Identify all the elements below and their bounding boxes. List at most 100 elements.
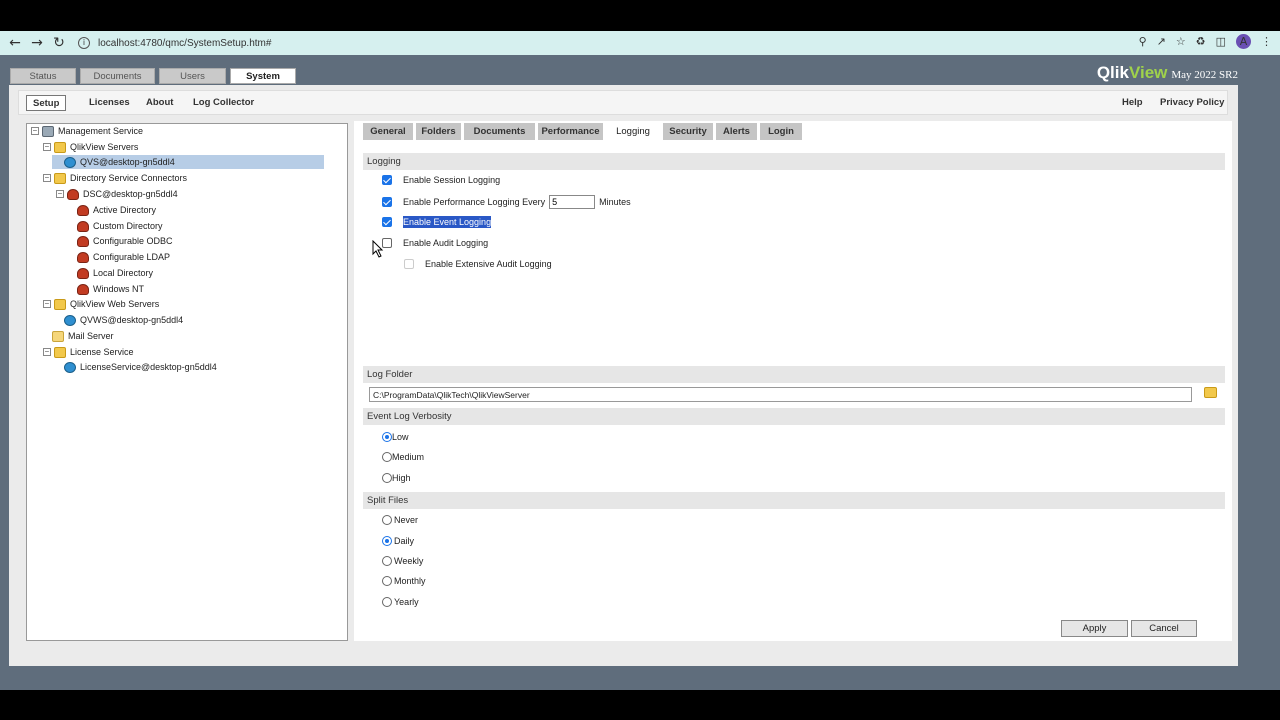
tab-security[interactable]: Security [663,123,713,140]
privacy-policy-link[interactable]: Privacy Policy [1160,95,1224,111]
event-logging-row[interactable]: Enable Event Logging [382,216,492,228]
verbosity-medium-row[interactable]: Medium [382,452,424,462]
performance-interval-input[interactable] [549,195,596,209]
collapse-icon[interactable]: – [56,190,64,198]
session-logging-row[interactable]: Enable Session Logging [382,175,500,185]
tab-status[interactable]: Status [10,68,76,84]
tree-license-service-item[interactable]: LicenseService@desktop-gn5ddl4 [64,360,217,374]
main-tabs: Status Documents Users System [10,68,296,84]
tree-qlikview-web-servers[interactable]: – QlikView Web Servers [43,297,159,311]
tree-label: QVWS@desktop-gn5ddl4 [80,315,184,325]
split-daily-radio[interactable] [382,536,392,546]
users-icon [77,251,89,263]
tab-login[interactable]: Login [760,123,802,140]
verbosity-low-radio[interactable] [382,432,392,442]
tree-label: Custom Directory [93,221,163,231]
tab-logging[interactable]: Logging [606,123,660,140]
subtab-about[interactable]: About [146,95,173,111]
subtab-licenses[interactable]: Licenses [89,95,130,111]
performance-logging-checkbox[interactable] [382,197,392,207]
split-weekly-radio[interactable] [382,556,392,566]
apply-button[interactable]: Apply [1061,620,1128,637]
collapse-icon[interactable]: – [31,127,39,135]
tree-mail-server[interactable]: Mail Server [52,329,114,343]
tab-general[interactable]: General [363,123,413,140]
split-monthly-row[interactable]: Monthly [382,576,426,586]
log-folder-input[interactable] [369,387,1192,402]
tab-system[interactable]: System [230,68,296,84]
audit-logging-row[interactable]: Enable Audit Logging [382,238,488,248]
profile-avatar[interactable]: A [1236,34,1251,49]
extensive-audit-row: Enable Extensive Audit Logging [404,259,552,269]
log-folder-header: Log Folder [363,366,1225,383]
menu-icon[interactable]: ⋮ [1261,35,1272,48]
split-never-row[interactable]: Never [382,515,418,525]
users-icon [77,283,89,295]
cancel-button[interactable]: Cancel [1131,620,1197,637]
split-never-radio[interactable] [382,515,392,525]
verbosity-high-row[interactable]: High [382,473,411,483]
qmc-page: Status Documents Users System Qlik View M… [0,55,1280,690]
share-icon[interactable]: ↗ [1157,35,1166,48]
verbosity-high-radio[interactable] [382,473,392,483]
browser-actions: ⚲ ↗ ☆ ♻ ◫ A ⋮ [1139,34,1272,49]
site-info-icon[interactable]: i [78,37,90,49]
tree-windows-nt[interactable]: Windows NT [77,282,144,296]
verbosity-low-row[interactable]: Low [382,432,409,442]
zoom-icon[interactable]: ⚲ [1139,35,1147,48]
split-monthly-radio[interactable] [382,576,392,586]
radio-label: Weekly [394,556,424,566]
collapse-icon[interactable]: – [43,143,51,151]
bookmark-star-icon[interactable]: ☆ [1176,35,1186,48]
tree-configurable-odbc[interactable]: Configurable ODBC [77,234,173,248]
tree-management-service[interactable]: – Management Service [31,124,143,138]
mail-icon [52,330,64,342]
back-icon[interactable]: ← [4,35,26,51]
verbosity-medium-radio[interactable] [382,452,392,462]
folder-icon [54,141,66,153]
tab-alerts[interactable]: Alerts [716,123,757,140]
side-panel-icon[interactable]: ◫ [1216,35,1226,48]
tree-qlikview-servers[interactable]: – QlikView Servers [43,140,138,154]
tab-users[interactable]: Users [159,68,226,84]
address-bar[interactable]: i localhost:4780/qmc/SystemSetup.htm# [74,33,1274,53]
server-icon [42,125,54,137]
split-yearly-row[interactable]: Yearly [382,597,419,607]
tree-license-service[interactable]: – License Service [43,345,134,359]
tab-documents-settings[interactable]: Documents [464,123,535,140]
collapse-icon[interactable]: – [43,300,51,308]
settings-tabs: General Folders Documents Performance Lo… [354,121,1232,141]
split-daily-row[interactable]: Daily [382,536,414,546]
tree-custom-directory[interactable]: Custom Directory [77,219,163,233]
forward-icon[interactable]: → [26,35,48,51]
tree-local-directory[interactable]: Local Directory [77,266,153,280]
tree-label: QlikView Web Servers [70,299,160,309]
session-logging-checkbox[interactable] [382,175,392,185]
qlikview-logo: Qlik View May 2022 SR2 [1097,63,1238,83]
help-link[interactable]: Help [1122,95,1143,111]
collapse-icon[interactable]: – [43,348,51,356]
event-logging-checkbox[interactable] [382,217,392,227]
split-weekly-row[interactable]: Weekly [382,556,423,566]
tree-qvws[interactable]: QVWS@desktop-gn5ddl4 [64,313,183,327]
tab-documents[interactable]: Documents [80,68,155,84]
system-panel: Setup Licenses About Log Collector Help … [9,85,1238,666]
subtab-setup[interactable]: Setup [26,95,67,111]
reload-icon[interactable]: ↻ [48,35,70,51]
extensive-audit-label: Enable Extensive Audit Logging [425,259,552,269]
users-icon [67,188,79,200]
url-text: localhost:4780/qmc/SystemSetup.htm# [98,37,272,49]
performance-logging-row[interactable]: Enable Performance Logging Every Minutes [382,195,631,209]
tree-configurable-ldap[interactable]: Configurable LDAP [77,250,170,264]
tab-performance[interactable]: Performance [538,123,603,140]
extensions-icon[interactable]: ♻ [1196,35,1206,48]
tree-directory-service-connectors[interactable]: – Directory Service Connectors [43,171,187,185]
tree-active-directory[interactable]: Active Directory [77,203,156,217]
collapse-icon[interactable]: – [43,174,51,182]
subtab-log-collector[interactable]: Log Collector [193,95,254,111]
tree-qvs-server[interactable]: QVS@desktop-gn5ddl4 [52,155,324,169]
tab-folders[interactable]: Folders [416,123,461,140]
browse-folder-icon[interactable] [1204,387,1217,398]
split-yearly-radio[interactable] [382,597,392,607]
tree-dsc[interactable]: – DSC@desktop-gn5ddl4 [56,187,178,201]
